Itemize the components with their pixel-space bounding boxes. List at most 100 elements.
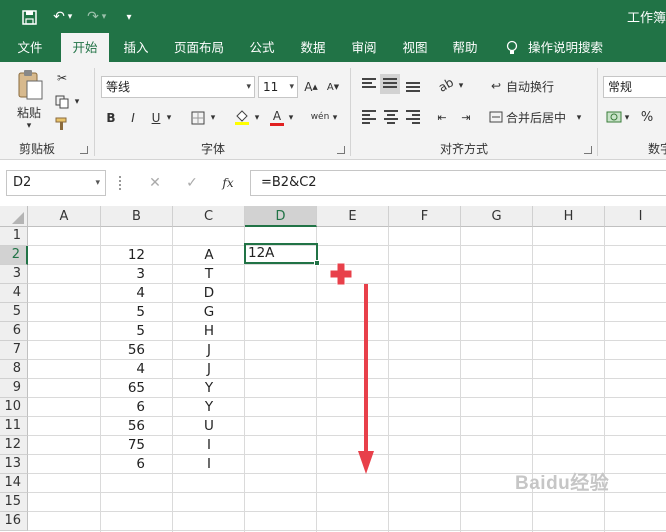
tab-formulas[interactable]: 公式 xyxy=(240,33,284,62)
cell-b10[interactable]: 6 xyxy=(101,398,173,417)
cell-b3[interactable]: 3 xyxy=(101,265,173,284)
row-header-8[interactable]: 8 xyxy=(0,360,28,379)
column-header-a[interactable]: A xyxy=(28,206,101,227)
font-size-select[interactable]: 11 ▾ xyxy=(258,76,298,98)
currency-icon[interactable] xyxy=(604,106,624,128)
increase-indent-icon[interactable]: ⇥ xyxy=(456,106,476,128)
fill-color-dropdown-icon[interactable]: ▾ xyxy=(252,108,262,128)
decrease-font-icon[interactable]: A ▼ xyxy=(324,76,342,98)
cell-c6[interactable]: H xyxy=(173,322,245,341)
column-header-g[interactable]: G xyxy=(461,206,533,227)
select-all-corner[interactable] xyxy=(0,206,28,227)
column-header-e[interactable]: E xyxy=(317,206,389,227)
phonetic-icon[interactable]: wén xyxy=(310,106,330,128)
align-right-icon[interactable] xyxy=(406,110,420,126)
borders-dropdown-icon[interactable]: ▾ xyxy=(208,108,218,128)
cell-c4[interactable]: D xyxy=(173,284,245,303)
enter-formula-icon[interactable]: ✓ xyxy=(180,172,204,194)
cell-c11[interactable]: U xyxy=(173,417,245,436)
tab-view[interactable]: 视图 xyxy=(393,33,437,62)
align-bottom-icon[interactable] xyxy=(406,82,420,94)
merge-center-icon[interactable] xyxy=(488,106,504,128)
column-header-c[interactable]: C xyxy=(173,206,245,227)
align-top-icon[interactable] xyxy=(362,78,376,90)
tab-insert[interactable]: 插入 xyxy=(114,33,158,62)
row-header-7[interactable]: 7 xyxy=(0,341,28,360)
cell-b9[interactable]: 65 xyxy=(101,379,173,398)
align-left-icon[interactable] xyxy=(362,110,376,126)
wrap-text-button[interactable]: 自动换行 xyxy=(506,76,558,96)
paste-icon[interactable] xyxy=(14,68,46,102)
italic-icon[interactable]: I xyxy=(125,108,141,128)
underline-dropdown-icon[interactable]: ▾ xyxy=(164,108,174,128)
cell-c2[interactable]: A xyxy=(173,246,245,265)
format-painter-icon[interactable] xyxy=(52,114,72,134)
column-header-d[interactable]: D xyxy=(245,206,317,227)
clipboard-launcher-icon[interactable] xyxy=(80,146,88,154)
column-header-h[interactable]: H xyxy=(533,206,605,227)
bold-icon[interactable]: B xyxy=(103,108,119,128)
column-header-b[interactable]: B xyxy=(101,206,173,227)
redo-dropdown-icon[interactable]: ▾ xyxy=(98,6,110,28)
row-header-11[interactable]: 11 xyxy=(0,417,28,436)
cell-b8[interactable]: 4 xyxy=(101,360,173,379)
borders-icon[interactable] xyxy=(188,108,208,128)
currency-dropdown-icon[interactable]: ▾ xyxy=(623,108,631,128)
paste-dropdown-icon[interactable]: ▾ xyxy=(20,120,38,132)
cell-b5[interactable]: 5 xyxy=(101,303,173,322)
copy-icon[interactable] xyxy=(52,92,72,112)
copy-dropdown-icon[interactable]: ▾ xyxy=(72,92,82,112)
font-color-dropdown-icon[interactable]: ▾ xyxy=(286,108,296,128)
row-header-1[interactable]: 1 xyxy=(0,227,28,246)
font-name-select[interactable]: 等线 ▾ xyxy=(101,76,255,98)
row-header-15[interactable]: 15 xyxy=(0,493,28,512)
number-format-select[interactable]: 常规 xyxy=(603,76,666,98)
row-header-6[interactable]: 6 xyxy=(0,322,28,341)
save-icon[interactable] xyxy=(18,6,40,28)
increase-font-icon[interactable]: A ▲ xyxy=(302,76,320,98)
tab-data[interactable]: 数据 xyxy=(291,33,335,62)
phonetic-dropdown-icon[interactable]: ▾ xyxy=(330,108,340,128)
merge-center-button[interactable]: 合并后居中 xyxy=(506,106,572,128)
cell-b4[interactable]: 4 xyxy=(101,284,173,303)
cell-b2[interactable]: 12 xyxy=(101,246,173,265)
row-header-5[interactable]: 5 xyxy=(0,303,28,322)
cell-b13[interactable]: 6 xyxy=(101,455,173,474)
row-header-14[interactable]: 14 xyxy=(0,474,28,493)
merge-dropdown-icon[interactable]: ▾ xyxy=(574,108,584,128)
tab-home[interactable]: 开始 xyxy=(61,33,109,62)
column-header-i[interactable]: I xyxy=(605,206,666,227)
row-header-9[interactable]: 9 xyxy=(0,379,28,398)
orientation-dropdown-icon[interactable]: ▾ xyxy=(456,76,466,96)
selected-cell-d2[interactable]: 12A xyxy=(244,243,320,266)
tab-help[interactable]: 帮助 xyxy=(443,33,487,62)
row-header-12[interactable]: 12 xyxy=(0,436,28,455)
alignment-launcher-icon[interactable] xyxy=(584,146,592,154)
row-header-10[interactable]: 10 xyxy=(0,398,28,417)
tab-page-layout[interactable]: 页面布局 xyxy=(166,33,232,62)
fill-handle[interactable] xyxy=(314,260,320,266)
align-middle-icon[interactable] xyxy=(380,74,400,94)
row-header-2[interactable]: 2 xyxy=(0,246,28,265)
cut-icon[interactable]: ✂ xyxy=(52,68,72,88)
cell-c9[interactable]: Y xyxy=(173,379,245,398)
cell-b7[interactable]: 56 xyxy=(101,341,173,360)
cell-c13[interactable]: I xyxy=(173,455,245,474)
font-color-icon[interactable]: A xyxy=(268,106,286,128)
tab-file[interactable]: 文件 xyxy=(8,33,52,62)
cell-c12[interactable]: I xyxy=(173,436,245,455)
percent-icon[interactable]: % xyxy=(638,106,656,128)
name-box[interactable]: D2 ▾ xyxy=(6,170,106,196)
align-center-icon[interactable] xyxy=(384,110,398,126)
cell-c8[interactable]: J xyxy=(173,360,245,379)
row-header-16[interactable]: 16 xyxy=(0,512,28,531)
tab-review[interactable]: 审阅 xyxy=(342,33,386,62)
undo-dropdown-icon[interactable]: ▾ xyxy=(64,6,76,28)
column-header-f[interactable]: F xyxy=(389,206,461,227)
cell-b12[interactable]: 75 xyxy=(101,436,173,455)
row-header-13[interactable]: 13 xyxy=(0,455,28,474)
decrease-indent-icon[interactable]: ⇤ xyxy=(432,106,452,128)
row-header-3[interactable]: 3 xyxy=(0,265,28,284)
cell-c7[interactable]: J xyxy=(173,341,245,360)
cell-b11[interactable]: 56 xyxy=(101,417,173,436)
